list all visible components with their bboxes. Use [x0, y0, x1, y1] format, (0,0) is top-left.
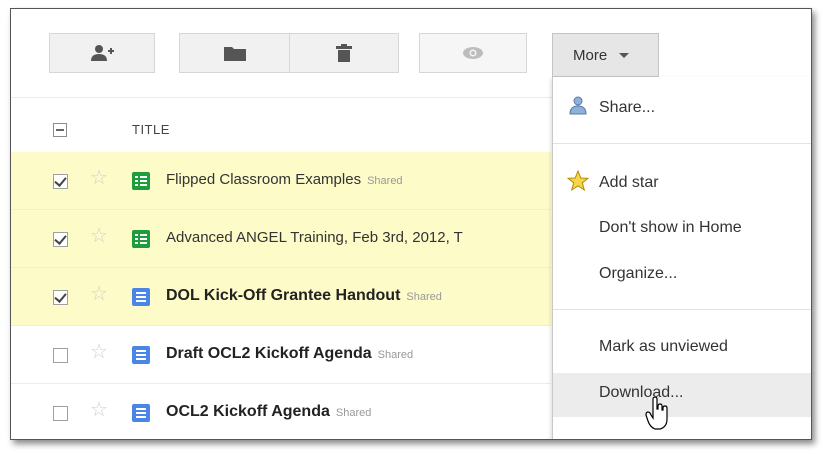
row-checkbox[interactable] — [53, 406, 68, 421]
star-icon — [567, 170, 589, 192]
shared-badge: Shared — [335, 407, 372, 419]
star-icon[interactable]: ☆ — [90, 400, 108, 420]
file-title: DOL Kick-Off Grantee Handout — [166, 287, 401, 304]
move-to-folder-button[interactable] — [179, 33, 290, 73]
people-icon — [569, 96, 587, 115]
menu-item-share[interactable]: Share... — [553, 89, 811, 129]
menu-label-dont-show-home: Don't show in Home — [599, 219, 742, 236]
menu-item-dont-show-home[interactable]: Don't show in Home — [553, 209, 811, 249]
menu-divider — [553, 309, 811, 310]
menu-label-mark-unviewed: Mark as unviewed — [599, 338, 728, 355]
hand-cursor-icon — [645, 397, 668, 430]
document-icon — [132, 404, 150, 422]
document-icon — [132, 288, 150, 306]
star-icon[interactable]: ☆ — [90, 226, 108, 246]
eye-icon — [463, 47, 483, 59]
menu-divider — [553, 143, 811, 144]
delete-button[interactable] — [289, 33, 399, 73]
file-name[interactable]: DOL Kick-Off Grantee Handout Shared — [166, 287, 442, 305]
file-row[interactable]: ☆ OCL2 Kickoff Agenda Shared — [11, 384, 551, 439]
file-title: Advanced ANGEL Training, Feb 3rd, 2012, … — [166, 229, 463, 246]
row-checkbox[interactable] — [53, 174, 68, 189]
drive-window: More TITLE ☆ Flipped Classroom Examples Sh… — [10, 8, 812, 440]
row-checkbox[interactable] — [53, 232, 68, 247]
shared-badge: Shared — [377, 349, 414, 361]
file-row[interactable]: ☆ Flipped Classroom Examples Shared — [11, 152, 551, 210]
file-title: Flipped Classroom Examples — [166, 171, 362, 188]
star-icon[interactable]: ☆ — [90, 168, 108, 188]
star-icon[interactable]: ☆ — [90, 342, 108, 362]
trash-icon — [336, 44, 352, 62]
star-icon[interactable]: ☆ — [90, 284, 108, 304]
menu-label-organize: Organize... — [599, 265, 678, 282]
menu-item-mark-unviewed[interactable]: Mark as unviewed — [553, 328, 811, 368]
menu-item-add-star[interactable]: Add star — [553, 164, 811, 204]
file-row[interactable]: ☆ Advanced ANGEL Training, Feb 3rd, 2012,… — [11, 210, 551, 268]
menu-label-share: Share... — [599, 99, 656, 116]
shared-badge: Shared — [367, 175, 403, 187]
more-label: More — [573, 46, 608, 64]
file-title: Draft OCL2 Kickoff Agenda — [166, 345, 372, 362]
file-name[interactable]: OCL2 Kickoff Agenda Shared — [166, 403, 371, 421]
row-checkbox[interactable] — [53, 290, 68, 305]
chevron-down-icon — [619, 52, 630, 58]
preview-button[interactable] — [419, 33, 527, 73]
row-checkbox[interactable] — [53, 348, 68, 363]
shared-badge: Shared — [406, 291, 442, 303]
document-icon — [132, 346, 150, 364]
spreadsheet-icon — [132, 172, 150, 190]
menu-item-organize[interactable]: Organize... — [553, 255, 811, 295]
menu-item-download[interactable]: Download... — [553, 373, 811, 417]
spreadsheet-icon — [132, 230, 150, 248]
menu-label-add-star: Add star — [599, 174, 659, 191]
file-name[interactable]: Flipped Classroom Examples Shared — [166, 171, 403, 188]
title-column-header[interactable]: TITLE — [132, 122, 170, 137]
add-people-icon — [91, 45, 114, 61]
more-dropdown-menu: Share... Add star Don't show in Home Org… — [552, 77, 811, 439]
share-people-button[interactable] — [49, 33, 155, 73]
more-button[interactable]: More — [552, 33, 659, 77]
select-all-checkbox[interactable] — [53, 123, 67, 137]
folder-icon — [223, 47, 246, 61]
file-row[interactable]: ☆ Draft OCL2 Kickoff Agenda Shared — [11, 326, 551, 384]
file-name[interactable]: Advanced ANGEL Training, Feb 3rd, 2012, … — [166, 229, 469, 246]
file-name[interactable]: Draft OCL2 Kickoff Agenda Shared — [166, 345, 413, 363]
file-title: OCL2 Kickoff Agenda — [166, 403, 330, 420]
file-row[interactable]: ☆ DOL Kick-Off Grantee Handout Shared — [11, 268, 551, 326]
list-header: TITLE — [11, 111, 551, 151]
